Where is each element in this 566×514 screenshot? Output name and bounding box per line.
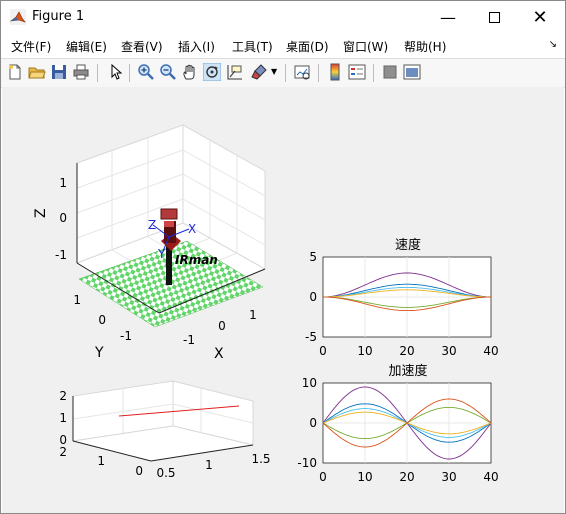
link-plot-icon[interactable] <box>293 63 311 81</box>
menu-help[interactable]: 帮助(H) <box>404 38 446 55</box>
minimize-button[interactable]: — <box>425 1 471 33</box>
print-icon[interactable] <box>72 63 90 81</box>
z-tick-label: -1 <box>55 248 67 262</box>
toolbar-separator <box>97 64 98 82</box>
open-icon[interactable] <box>28 63 46 81</box>
velocity-x-tick: 0 <box>319 344 327 358</box>
acceleration-y-tick: -10 <box>297 456 317 470</box>
velocity-chart[interactable]: 速度 5 0 -5 0 10 20 30 40 <box>305 237 499 358</box>
zoom-in-icon[interactable] <box>137 63 155 81</box>
y-tick-label: -1 <box>120 329 132 343</box>
velocity-y-tick: -5 <box>305 330 317 344</box>
acceleration-chart[interactable]: 加速度 10 0 -10 0 10 20 30 40 <box>297 363 498 484</box>
acceleration-x-tick: 20 <box>399 470 414 484</box>
minimize-icon: — <box>440 7 456 27</box>
menu-tools[interactable]: 工具(T) <box>232 38 273 55</box>
pointer-icon[interactable] <box>106 63 124 81</box>
frame-z-label: Z <box>148 218 156 232</box>
x-axis-label: X <box>214 346 224 362</box>
matlab-icon <box>10 9 26 25</box>
small-x-tick-label: 1 <box>205 458 213 472</box>
small-x-tick-label: 0.5 <box>156 466 175 480</box>
maximize-icon <box>488 11 500 23</box>
show-plot-tools-icon[interactable] <box>403 63 421 81</box>
figure-svg[interactable]: X Z Y IRman 1 0 -1 Z 1 0 -1 Y -1 0 1 X 2… <box>2 87 564 513</box>
z-tick-label: 1 <box>59 176 67 190</box>
y-tick-label: 0 <box>98 313 106 327</box>
velocity-chart-title: 速度 <box>395 237 421 253</box>
small-3d-axes[interactable]: 2 1 0 2 1 0 0.5 1 1.5 <box>59 380 271 480</box>
velocity-y-tick: 0 <box>309 290 317 304</box>
robot-3d-axes[interactable]: X Z Y IRman 1 0 -1 Z 1 0 -1 Y -1 0 1 X <box>33 124 267 362</box>
hide-plot-tools-icon[interactable] <box>381 63 399 81</box>
menu-edit[interactable]: 编辑(E) <box>66 38 107 55</box>
x-tick-label: -1 <box>183 333 195 347</box>
z-tick-label: 0 <box>59 211 67 225</box>
acceleration-x-tick: 10 <box>357 470 372 484</box>
data-cursor-icon[interactable] <box>226 63 244 81</box>
z-axis-label: Z <box>33 208 49 218</box>
menu-desktop[interactable]: 桌面(D) <box>286 38 329 55</box>
save-icon[interactable] <box>50 63 68 81</box>
velocity-y-tick: 5 <box>309 250 317 264</box>
maximize-button[interactable] <box>471 1 517 33</box>
robot-joint-2 <box>164 221 174 227</box>
y-tick-label: 1 <box>73 293 81 307</box>
figure-canvas: X Z Y IRman 1 0 -1 Z 1 0 -1 Y -1 0 1 X 2… <box>2 87 564 513</box>
figure-window: Figure 1 — ✕ 文件(F) 编辑(E) 查看(V) 插入(I) 工具(… <box>0 0 566 514</box>
small-y-tick-label: 2 <box>59 445 67 459</box>
menu-insert[interactable]: 插入(I) <box>178 38 215 55</box>
toolbar-separator <box>129 64 130 82</box>
small-y-tick-label: 0 <box>135 464 143 478</box>
acceleration-y-tick: 10 <box>302 376 317 390</box>
zoom-out-icon[interactable] <box>159 63 177 81</box>
new-figure-icon[interactable] <box>6 63 24 81</box>
menu-bar: 文件(F) 编辑(E) 查看(V) 插入(I) 工具(T) 桌面(D) 窗口(W… <box>1 34 565 56</box>
menu-file[interactable]: 文件(F) <box>11 38 51 55</box>
velocity-x-tick: 40 <box>483 344 498 358</box>
frame-y-label: Y <box>157 247 166 261</box>
window-title: Figure 1 <box>32 9 85 24</box>
colorbar-icon[interactable] <box>326 63 344 81</box>
pan-icon[interactable] <box>181 63 199 81</box>
toolbar-separator <box>318 64 319 82</box>
small-x-tick-label: 1.5 <box>251 452 270 466</box>
figure-toolbar: ▼ <box>1 58 565 88</box>
acceleration-x-tick: 40 <box>483 470 498 484</box>
frame-x-label: X <box>188 222 196 236</box>
toolbar-separator <box>285 64 286 82</box>
toolbar-separator <box>373 64 374 82</box>
close-icon: ✕ <box>532 6 548 28</box>
velocity-x-tick: 10 <box>357 344 372 358</box>
rotate-3d-icon[interactable] <box>203 63 221 81</box>
acceleration-chart-title: 加速度 <box>388 363 427 379</box>
menu-overflow-icon[interactable]: ↘ <box>549 39 557 50</box>
velocity-x-tick: 20 <box>399 344 414 358</box>
small-y-tick-label: 1 <box>97 454 105 468</box>
close-button[interactable]: ✕ <box>517 1 563 33</box>
acceleration-y-tick: 0 <box>309 416 317 430</box>
small-z-tick-label: 2 <box>59 389 67 403</box>
brush-icon[interactable] <box>250 63 268 81</box>
x-tick-label: 0 <box>218 319 226 333</box>
x-tick-label: 1 <box>249 308 257 322</box>
robot-base-link <box>166 245 172 285</box>
menu-view[interactable]: 查看(V) <box>121 38 163 55</box>
velocity-x-tick: 30 <box>441 344 456 358</box>
small-z-tick-label: 1 <box>59 411 67 425</box>
y-axis-label: Y <box>94 345 104 361</box>
menu-window[interactable]: 窗口(W) <box>343 38 388 55</box>
robot-wrist <box>160 208 178 220</box>
brush-dropdown-icon[interactable]: ▼ <box>271 67 289 85</box>
title-bar: Figure 1 — ✕ <box>1 1 565 33</box>
legend-icon[interactable] <box>348 63 366 81</box>
robot-name-label: IRman <box>175 253 218 267</box>
acceleration-x-tick: 0 <box>319 470 327 484</box>
acceleration-x-tick: 30 <box>441 470 456 484</box>
